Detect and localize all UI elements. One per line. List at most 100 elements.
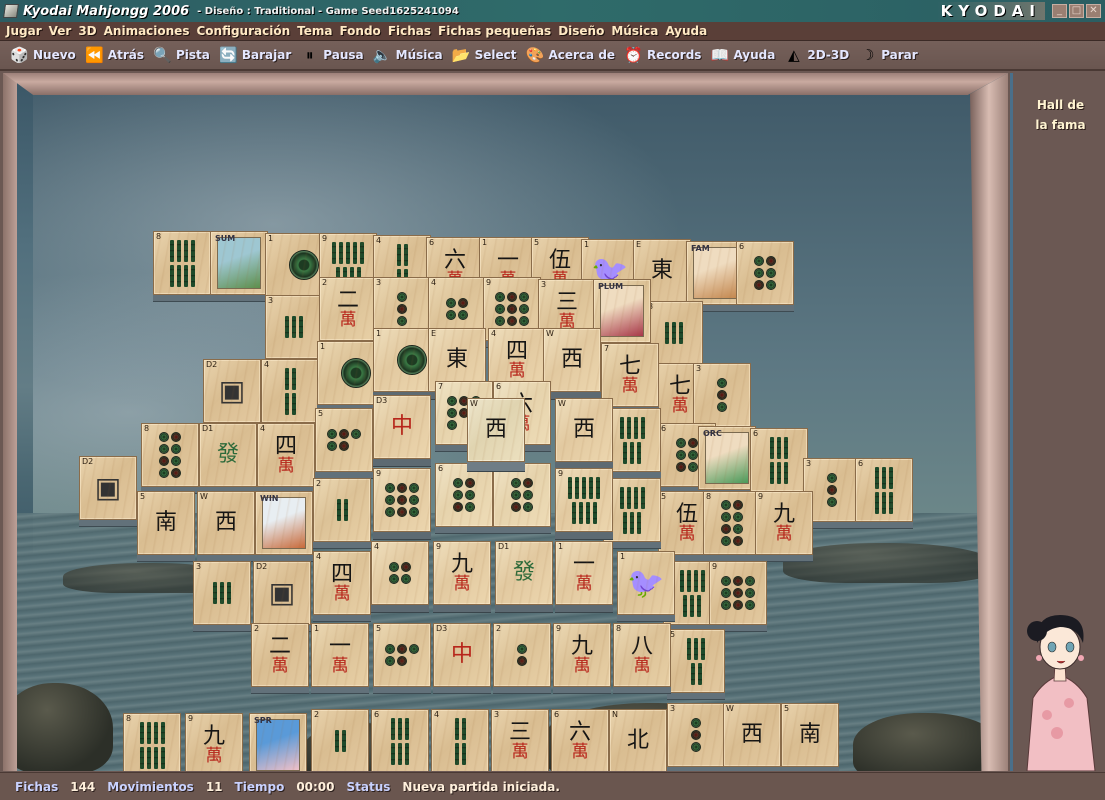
mahjong-tile[interactable]: W西: [467, 398, 525, 462]
mahjong-tile[interactable]: WIN: [255, 491, 313, 555]
flower-label: SUM: [215, 234, 236, 243]
mahjong-tile[interactable]: 8: [141, 423, 199, 487]
mahjong-tile[interactable]: 6: [371, 709, 429, 771]
mahjong-tile[interactable]: D2 ▣: [79, 456, 137, 520]
mahjong-tile[interactable]: 8: [703, 491, 761, 555]
mahjong-tile[interactable]: 4四萬: [313, 551, 371, 615]
toolbar-2d-3d-button[interactable]: ◭ 2D-3D: [784, 46, 849, 65]
mahjong-tile[interactable]: 3: [693, 363, 751, 427]
menu-musica[interactable]: Música: [611, 24, 658, 38]
bamboo-stick: [630, 441, 634, 464]
toolbar-ayuda-button[interactable]: 📖 Ayuda: [710, 46, 776, 65]
mahjong-tile[interactable]: W西: [543, 328, 601, 392]
mahjong-tile[interactable]: SUM: [210, 231, 268, 295]
toolbar-pausa-button[interactable]: ⏸ Pausa: [300, 46, 364, 65]
mahjong-tile[interactable]: 6: [855, 458, 913, 522]
character-numeral: 七: [618, 353, 641, 379]
toolbar-barajar-button[interactable]: 🔄 Barajar: [219, 46, 291, 65]
mahjong-tile[interactable]: 9九萬: [755, 491, 813, 555]
mahjong-tile[interactable]: 3: [667, 703, 725, 767]
title-bar[interactable]: Kyodai Mahjongg 2006 - Diseño : Traditio…: [0, 0, 1105, 22]
mahjong-tile[interactable]: 9: [555, 468, 613, 532]
mahjong-tile[interactable]: 1一萬: [311, 623, 369, 687]
mahjong-tile[interactable]: 1: [317, 341, 375, 405]
mahjong-tile[interactable]: D2 ▣: [253, 561, 311, 625]
toolbar-records-button[interactable]: ⏰ Records: [624, 46, 701, 65]
mahjong-tile[interactable]: D1 發: [495, 541, 553, 605]
mahjong-tile[interactable]: 6: [736, 241, 794, 305]
mahjong-tile[interactable]: ORC: [698, 426, 756, 490]
mahjong-tile[interactable]: 8: [153, 231, 211, 295]
mahjong-tile[interactable]: W西: [197, 491, 255, 555]
mahjong-tile[interactable]: 1: [265, 233, 323, 297]
mahjong-tile[interactable]: W西: [555, 398, 613, 462]
mahjong-tile[interactable]: 4: [371, 541, 429, 605]
bamboo-stick: [396, 243, 401, 266]
mahjong-tile[interactable]: PLUM: [593, 279, 651, 343]
menu-fichas[interactable]: Fichas: [388, 24, 431, 38]
menu-configuracion[interactable]: Configuración: [196, 24, 290, 38]
mahjong-tile[interactable]: 3: [265, 295, 323, 359]
mahjong-tile[interactable]: 5: [667, 629, 725, 693]
toolbar-pista-button[interactable]: 🔍 Pista: [153, 46, 210, 65]
menu-jugar[interactable]: Jugar: [6, 24, 42, 38]
menu-animaciones[interactable]: Animaciones: [104, 24, 190, 38]
tile-index-label: 6: [661, 424, 667, 433]
menu-diseno[interactable]: Diseño: [558, 24, 604, 38]
mahjong-tile[interactable]: W西: [723, 703, 781, 767]
toolbar-atras-button[interactable]: ⏪ Atrás: [85, 46, 144, 65]
mahjong-tile[interactable]: 2: [313, 478, 371, 542]
mahjong-tile[interactable]: 9九萬: [185, 713, 243, 771]
toolbar-parar-button[interactable]: ☽ Parar: [858, 46, 918, 65]
mahjong-tile[interactable]: 4: [431, 709, 489, 771]
mahjong-tile[interactable]: 4四萬: [257, 423, 315, 487]
mahjong-tile[interactable]: 5南: [781, 703, 839, 767]
menu-3d[interactable]: 3D: [78, 24, 96, 38]
mahjong-tile[interactable]: 6六萬: [551, 709, 609, 771]
menu-ayuda[interactable]: Ayuda: [665, 24, 707, 38]
mahjong-tile[interactable]: 6: [493, 463, 551, 527]
circle-pip: [397, 644, 407, 654]
close-button[interactable]: ✕: [1086, 4, 1101, 18]
mahjong-tile[interactable]: 9九萬: [433, 541, 491, 605]
mahjong-tile[interactable]: 9: [709, 561, 767, 625]
toolbar-nuevo-button[interactable]: 🎲 Nuevo: [10, 46, 76, 65]
mahjong-tile[interactable]: 5南: [137, 491, 195, 555]
bamboo-stick: [623, 511, 627, 534]
mahjong-tile[interactable]: 1: [373, 328, 431, 392]
mahjong-tile[interactable]: 1一萬: [555, 541, 613, 605]
mahjong-tile[interactable]: SPR: [249, 713, 307, 771]
mahjong-tile[interactable]: N北: [609, 709, 667, 771]
mahjong-tile[interactable]: 5: [315, 408, 373, 472]
mahjong-tile[interactable]: D3 中: [433, 623, 491, 687]
menu-tema[interactable]: Tema: [297, 24, 332, 38]
mahjong-tile[interactable]: D2 ▣: [203, 359, 261, 423]
mahjong-tile[interactable]: 4: [261, 359, 319, 423]
mahjong-tile[interactable]: 2: [493, 623, 551, 687]
mahjong-tile[interactable]: 2二萬: [251, 623, 309, 687]
toolbar-acerca-de-button[interactable]: 🎨 Acerca de: [525, 46, 615, 65]
tile-index-label: 3: [376, 278, 382, 287]
maximize-button[interactable]: □: [1069, 4, 1084, 18]
mahjong-tile[interactable]: 9九萬: [553, 623, 611, 687]
hall-of-fame-link[interactable]: Hall de la fama: [1013, 95, 1105, 135]
mahjong-tile[interactable]: 6: [435, 463, 493, 527]
menu-ver[interactable]: Ver: [49, 24, 72, 38]
mahjong-tile[interactable]: 6: [750, 428, 808, 492]
mahjong-tile[interactable]: 3: [193, 561, 251, 625]
mahjong-tile[interactable]: 2: [311, 709, 369, 771]
menu-fondo[interactable]: Fondo: [339, 24, 380, 38]
mahjong-tile[interactable]: 3三萬: [491, 709, 549, 771]
toolbar-select-button[interactable]: 📂 Select: [452, 46, 517, 65]
mahjong-tile[interactable]: D1 發: [199, 423, 257, 487]
mahjong-tile[interactable]: 8: [123, 713, 181, 771]
mahjong-tile[interactable]: 5: [373, 623, 431, 687]
mahjong-tile[interactable]: 8八萬: [613, 623, 671, 687]
mahjong-tile[interactable]: 2二萬: [319, 277, 377, 341]
mahjong-tile[interactable]: 9: [373, 468, 431, 532]
toolbar-musica-button[interactable]: 🔈 Música: [373, 46, 443, 65]
mahjong-tile[interactable]: D3 中: [373, 395, 431, 459]
mahjong-tile[interactable]: 1 🐦: [617, 551, 675, 615]
menu-fichas-pequenas[interactable]: Fichas pequeñas: [438, 24, 551, 38]
minimize-button[interactable]: _: [1052, 4, 1067, 18]
